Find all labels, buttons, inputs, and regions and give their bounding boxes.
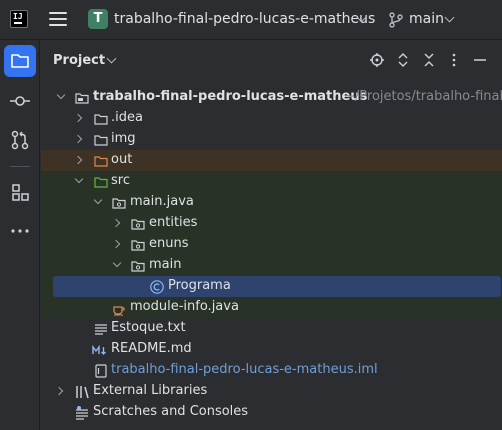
iml-label: trabalho-final-pedro-lucas-e-matheus.iml (111, 362, 378, 377)
pull-requests-tool-button[interactable] (4, 124, 36, 156)
minimize-icon[interactable] (472, 52, 488, 68)
project-folder-icon (75, 93, 89, 104)
programa-label: Programa (168, 278, 231, 293)
excluded-folder-icon (94, 156, 108, 167)
package-icon (131, 261, 145, 272)
tree-row-estoque[interactable]: Estoque.txt (41, 318, 502, 339)
chevron-down-icon[interactable] (56, 90, 66, 100)
git-branch-icon[interactable] (389, 12, 403, 28)
root-label: trabalho-final-pedro-lucas-e-matheus (93, 89, 368, 104)
main-label: main (149, 257, 182, 272)
chevron-right-icon[interactable] (111, 239, 121, 249)
idea-label: .idea (111, 110, 143, 125)
chevron-right-icon[interactable] (73, 155, 83, 165)
src-label: src (111, 173, 130, 188)
project-selector[interactable]: trabalho-final-pedro-lucas-e-matheus (114, 11, 375, 27)
chevron-down-icon[interactable] (93, 195, 103, 205)
chevron-down-icon[interactable] (112, 258, 122, 268)
main-menu-icon[interactable] (49, 12, 67, 27)
tree-row-iml[interactable]: trabalho-final-pedro-lucas-e-matheus.iml (41, 360, 502, 381)
library-icon (76, 386, 89, 399)
collapse-all-icon[interactable] (421, 52, 437, 68)
package-icon (131, 240, 145, 251)
more-icon[interactable] (446, 52, 462, 68)
tree-row-main-java[interactable]: main.java (41, 192, 502, 213)
img-label: img (111, 131, 136, 146)
structure-icon (12, 184, 29, 201)
out-label: out (111, 152, 133, 167)
main-java-label: main.java (130, 194, 194, 209)
more-horizontal-icon (11, 229, 29, 233)
more-tools-button[interactable] (4, 215, 36, 247)
tree-row-external-libraries[interactable]: External Libraries (41, 381, 502, 402)
scratches-icon (76, 406, 88, 420)
title-bar: IJ T trabalho-final-pedro-lucas-e-matheu… (0, 0, 502, 40)
tree-row-img[interactable]: img (41, 129, 502, 150)
estoque-label: Estoque.txt (111, 320, 186, 335)
panel-header: Project (41, 40, 502, 82)
tree-row-src[interactable]: src (41, 171, 502, 192)
folder-icon (94, 114, 108, 125)
java-file-icon (113, 306, 125, 316)
strip-divider (10, 166, 30, 167)
java-class-icon (150, 280, 164, 294)
panel-title[interactable]: Project (53, 53, 105, 68)
source-folder-icon (94, 177, 108, 188)
selection-highlight (53, 276, 501, 297)
entities-label: entities (149, 215, 198, 230)
text-file-icon (95, 324, 107, 335)
tool-window-strip (0, 40, 40, 430)
tree-row-out[interactable]: out (41, 150, 502, 171)
module-info-label: module-info.java (130, 299, 239, 314)
project-tool-button[interactable] (4, 45, 36, 77)
intellij-logo-icon[interactable]: IJ (10, 10, 28, 28)
pull-request-icon (11, 130, 29, 150)
folder-icon (11, 54, 29, 68)
chevron-right-icon[interactable] (54, 386, 64, 396)
branch-selector[interactable]: main (409, 11, 444, 27)
folder-icon (94, 135, 108, 146)
chevron-right-icon[interactable] (111, 218, 121, 228)
tree-row-readme[interactable]: README.md (41, 339, 502, 360)
project-panel: Project trabalho-final-pedro-lucas-e-mat… (41, 40, 502, 430)
locate-icon[interactable] (369, 52, 385, 68)
chevron-down-icon[interactable] (74, 174, 84, 184)
tree-row-module-info[interactable]: module-info.java (41, 297, 502, 318)
commit-icon (10, 96, 30, 106)
tree-row-root[interactable]: trabalho-final-pedro-lucas-e-matheus ~/P… (41, 87, 502, 108)
tree-row-scratches[interactable]: Scratches and Consoles (41, 402, 502, 423)
project-badge[interactable]: T (88, 9, 108, 29)
package-icon (131, 219, 145, 230)
readme-label: README.md (111, 341, 192, 356)
chevron-right-icon[interactable] (73, 113, 83, 123)
tree-row-idea[interactable]: .idea (41, 108, 502, 129)
enuns-label: enuns (149, 236, 189, 251)
tree-row-main[interactable]: main (41, 255, 502, 276)
commit-tool-button[interactable] (4, 85, 36, 117)
chevron-right-icon[interactable] (73, 134, 83, 144)
module-file-icon (95, 364, 107, 378)
external-libraries-label: External Libraries (93, 383, 208, 398)
tree-row-enuns[interactable]: enuns (41, 234, 502, 255)
tree-row-entities[interactable]: entities (41, 213, 502, 234)
package-icon (112, 198, 126, 209)
chevron-down-icon[interactable] (444, 12, 455, 23)
structure-tool-button[interactable] (4, 176, 36, 208)
scratches-label: Scratches and Consoles (93, 404, 249, 419)
expand-collapse-icon[interactable] (395, 52, 411, 68)
markdown-file-icon (92, 344, 106, 355)
tree-row-programa[interactable]: Programa (41, 276, 502, 297)
chevron-down-icon[interactable] (106, 53, 117, 64)
root-path: ~/Projetos/trabalho-final- (344, 89, 502, 104)
